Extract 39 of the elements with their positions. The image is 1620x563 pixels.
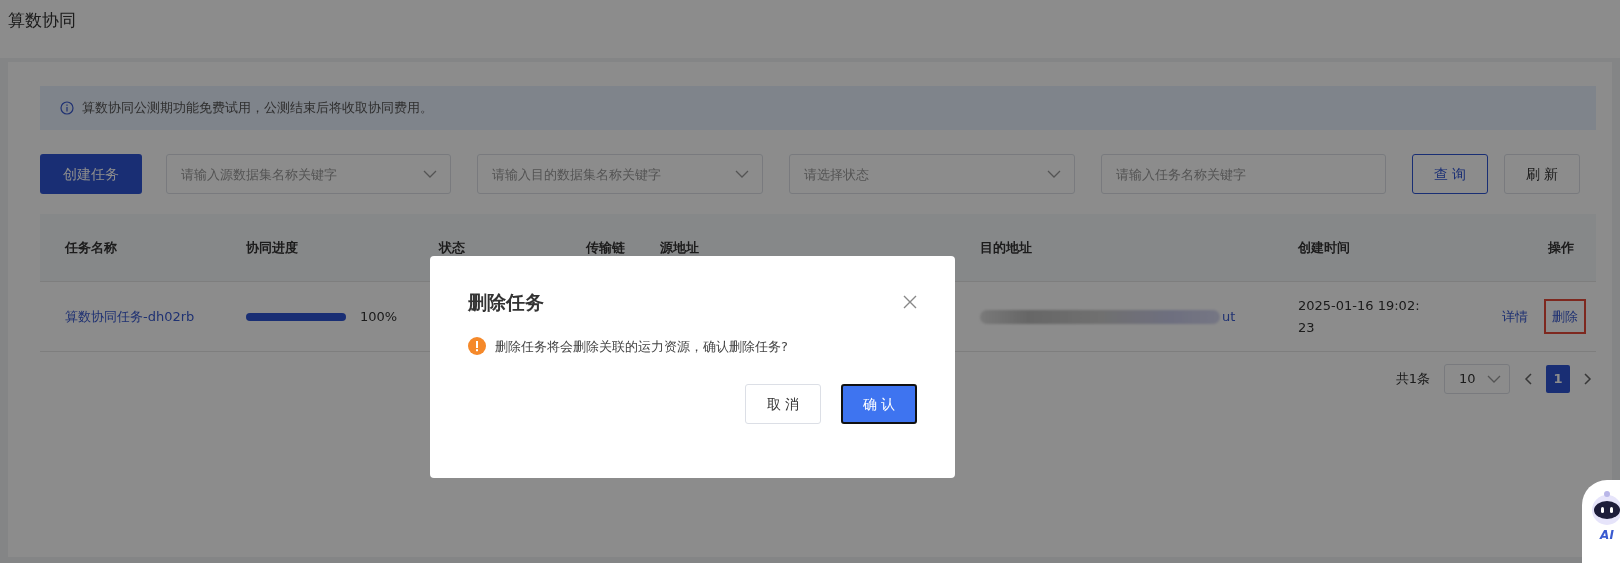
column-header: 任务名称 [65, 238, 117, 257]
total-count: 共1条 [1395, 370, 1430, 389]
previous-page-icon[interactable] [1524, 373, 1532, 385]
column-header: 目的地址 [980, 238, 1032, 257]
column-header: 协同进度 [246, 238, 298, 257]
dialog-title: 删除任务 [468, 290, 544, 315]
destination-link[interactable]: ut [1222, 306, 1236, 327]
next-page-icon[interactable] [1584, 373, 1592, 385]
created-time: 2025-01-16 19:02:23 [1298, 296, 1421, 337]
dialog-message: 删除任务将会删除关联的运力资源，确认删除任务? [495, 337, 788, 356]
page-button[interactable]: 1 [1546, 365, 1570, 393]
assistant-label: AI [1600, 527, 1614, 544]
chevron-down-icon [423, 170, 438, 178]
column-header: 操作 [1548, 238, 1574, 257]
progress-text: 100% [360, 307, 398, 326]
column-header: 源地址 [660, 238, 699, 257]
task-name-link[interactable]: 算数协同任务-dh02rb [65, 306, 195, 327]
cancel-button[interactable]: 取 消 [745, 384, 821, 424]
column-header: 状态 [439, 238, 465, 257]
column-header: 传输链 [586, 238, 625, 257]
assistant-widget[interactable]: AI [1582, 480, 1620, 563]
warning-icon [468, 337, 486, 356]
chevron-down-icon [735, 170, 750, 178]
confirm-button[interactable]: 确 认 [841, 384, 917, 424]
details-link[interactable]: 详情 [1494, 298, 1536, 335]
page-size-value: 10 [1459, 370, 1476, 389]
info-icon [60, 101, 74, 115]
create-task-button[interactable]: 创建任务 [40, 154, 142, 194]
delete-link[interactable]: 删除 [1544, 298, 1586, 335]
column-header: 创建时间 [1298, 238, 1350, 257]
chevron-down-icon [1046, 170, 1061, 178]
refresh-button[interactable]: 刷 新 [1504, 154, 1580, 194]
robot-icon [1589, 490, 1620, 526]
page-size-select[interactable]: 10 [1444, 364, 1510, 394]
chevron-down-icon [1487, 375, 1501, 383]
close-icon[interactable] [903, 295, 917, 310]
notice-text: 算数协同公测期功能免费试用，公测结束后将收取协同费用。 [82, 99, 433, 118]
query-button[interactable]: 查 询 [1412, 154, 1489, 194]
page-title: 算数协同 [8, 10, 76, 30]
